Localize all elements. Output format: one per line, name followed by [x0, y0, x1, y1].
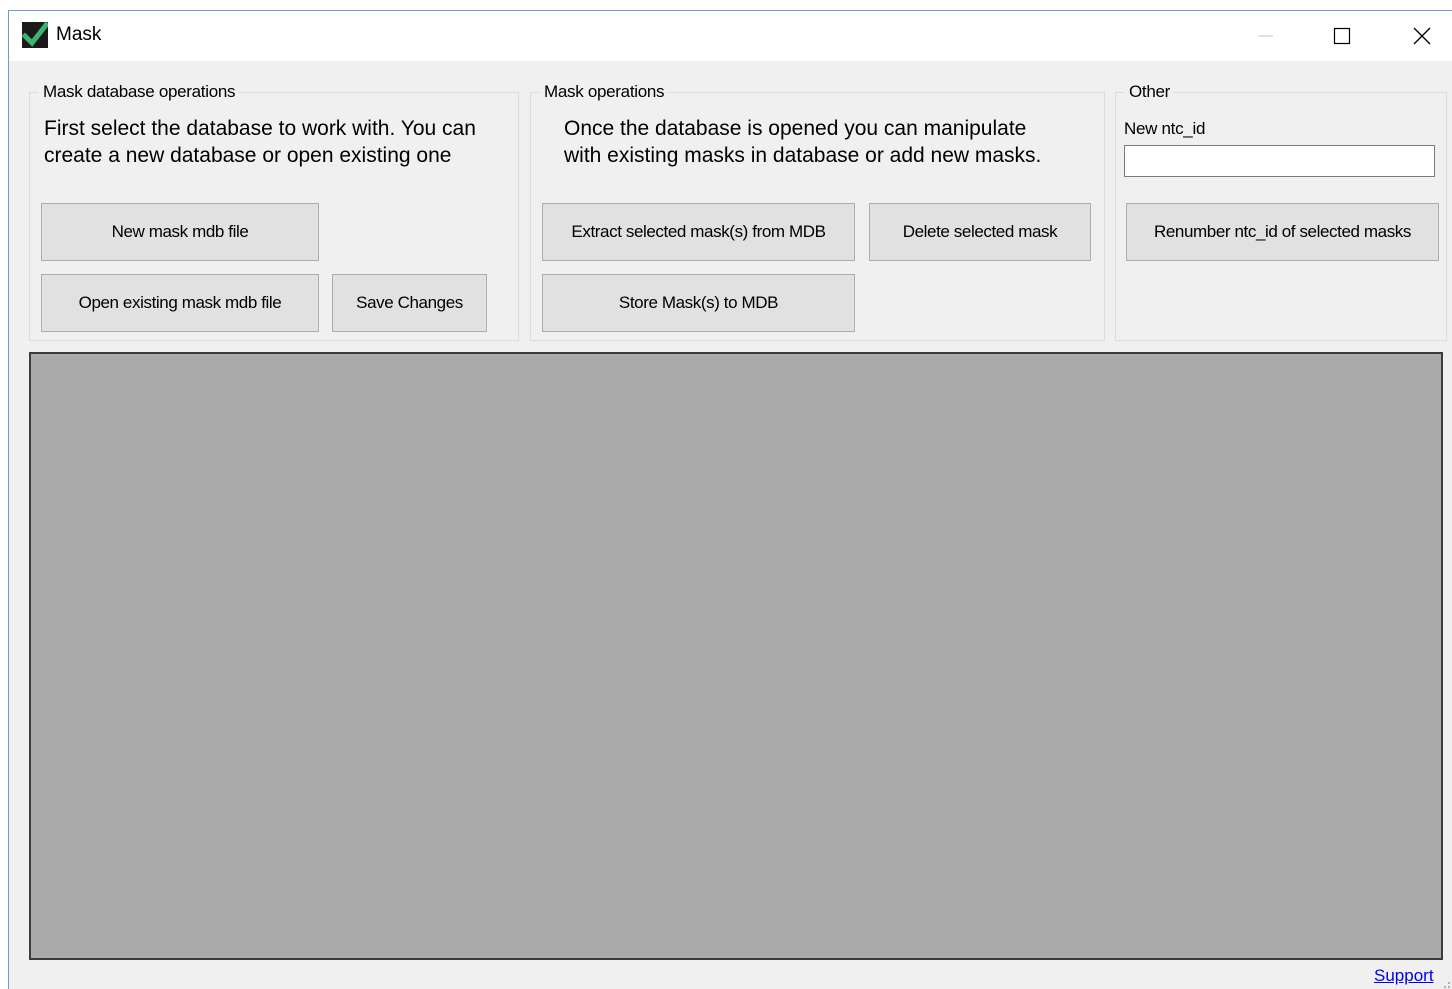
- store-mask-button[interactable]: Store Mask(s) to MDB: [542, 274, 855, 332]
- mask-display-area[interactable]: [29, 352, 1443, 960]
- close-icon: [1413, 27, 1431, 45]
- support-link[interactable]: Support: [1374, 966, 1434, 986]
- mask-instructions: Once the database is opened you can mani…: [564, 117, 1042, 167]
- title-bar[interactable]: Mask: [9, 11, 1452, 61]
- extract-mask-button[interactable]: Extract selected mask(s) from MDB: [542, 203, 855, 261]
- mask-database-operations-group: Mask database operations First select th…: [29, 82, 519, 341]
- other-group: Other New ntc_id Renumber ntc_id of sele…: [1115, 82, 1447, 341]
- maximize-icon: [1333, 27, 1351, 45]
- open-mask-mdb-button[interactable]: Open existing mask mdb file: [41, 274, 319, 332]
- window-title: Mask: [56, 24, 102, 45]
- minimize-icon: [1259, 35, 1273, 37]
- close-button[interactable]: [1387, 11, 1452, 61]
- minimize-button[interactable]: [1231, 11, 1301, 61]
- resize-grip-icon[interactable]: [1441, 979, 1451, 989]
- mask-operations-group: Mask operations Once the database is ope…: [530, 82, 1105, 341]
- new-mask-mdb-button[interactable]: New mask mdb file: [41, 203, 319, 261]
- ntc-id-label: New ntc_id: [1124, 119, 1206, 138]
- ntc-id-input[interactable]: [1124, 145, 1435, 177]
- database-instructions: First select the database to work with. …: [44, 117, 476, 167]
- group-legend: Mask database operations: [38, 82, 239, 102]
- save-changes-button[interactable]: Save Changes: [332, 274, 487, 332]
- renumber-ntc-id-button[interactable]: Renumber ntc_id of selected masks: [1126, 203, 1439, 261]
- group-legend: Other: [1124, 82, 1174, 102]
- mask-window: Mask Mask database operations First sele…: [8, 10, 1452, 989]
- delete-mask-button[interactable]: Delete selected mask: [869, 203, 1091, 261]
- maximize-button[interactable]: [1307, 11, 1377, 61]
- checkmark-app-icon: [22, 22, 48, 48]
- group-legend: Mask operations: [539, 82, 668, 102]
